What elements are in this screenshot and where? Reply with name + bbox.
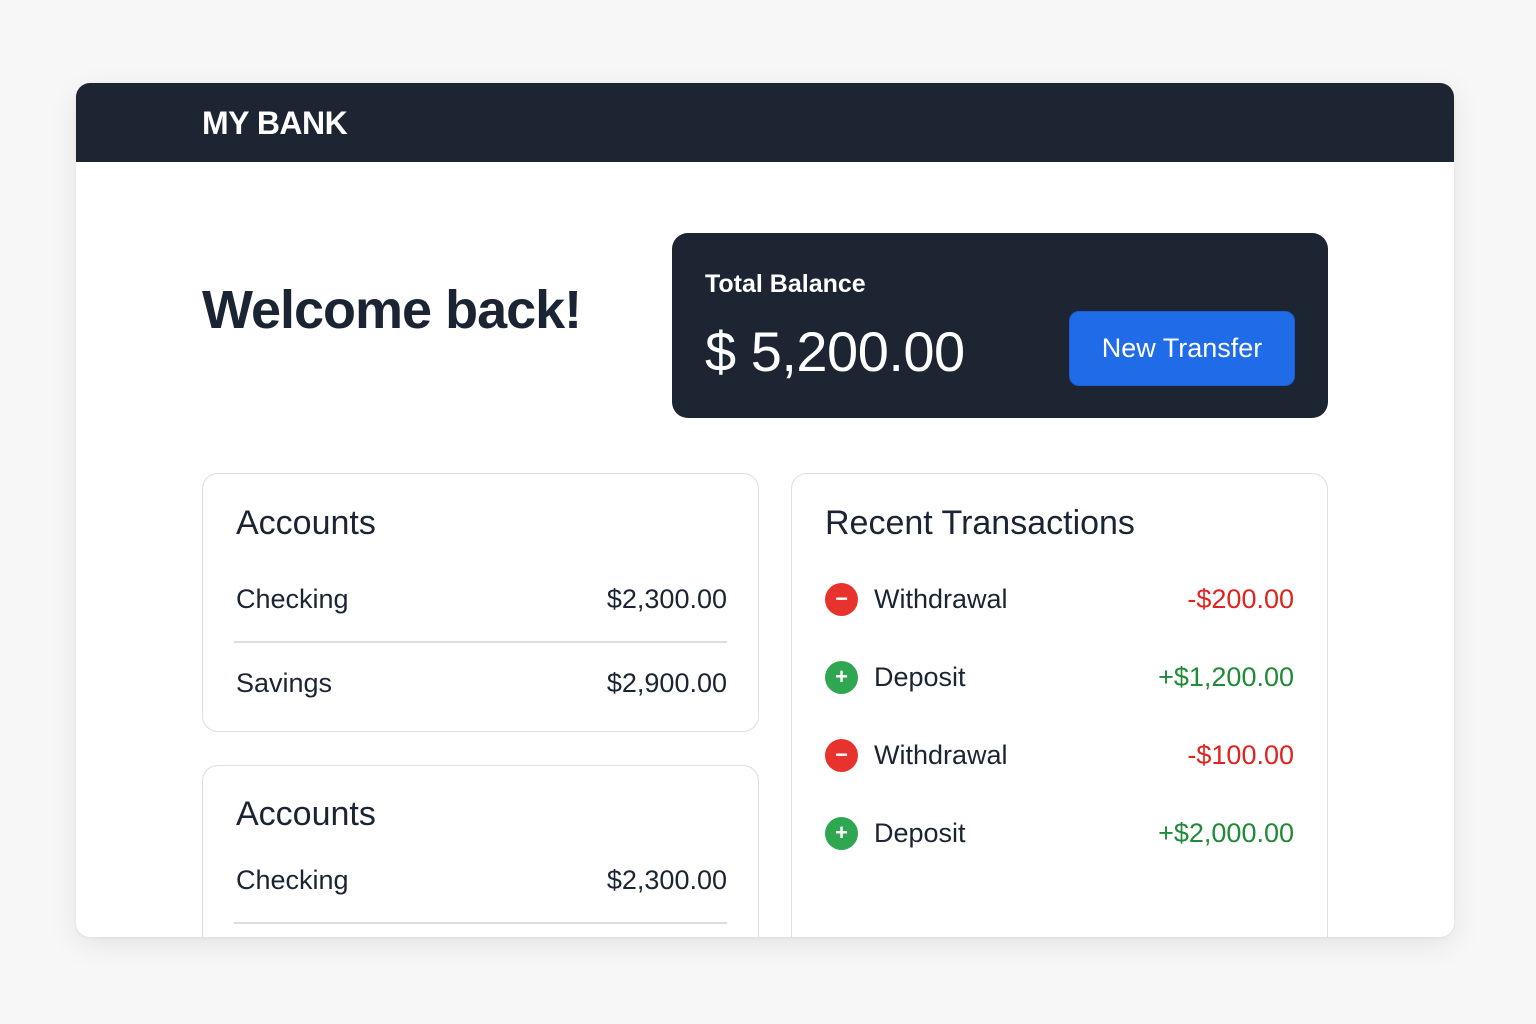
account-amount: $2,300.00 [606,865,727,895]
top-navbar: MY BANK [76,83,1454,162]
account-name: Checking [236,865,349,895]
new-transfer-button[interactable]: New Transfer [1069,311,1295,386]
total-balance-card: Total Balance $ 5,200.00 New Transfer [672,233,1328,418]
transaction-type: Withdrawal [874,584,1008,614]
account-row-checking[interactable]: Checking $2,300.00 [236,865,727,905]
transaction-row[interactable]: − Withdrawal -$100.00 [825,739,1294,779]
app-window: MY BANK Welcome back! Total Balance $ 5,… [76,83,1454,937]
recent-transactions-card: Recent Transactions − Withdrawal -$200.0… [791,473,1328,937]
minus-icon: − [825,583,858,616]
accounts-title: Accounts [236,795,376,833]
transaction-amount: -$100.00 [1187,740,1294,770]
transaction-type: Withdrawal [874,740,1008,770]
welcome-heading: Welcome back! [202,280,582,340]
plus-icon: + [825,817,858,850]
transaction-row[interactable]: + Deposit +$1,200.00 [825,661,1294,701]
transaction-type: Deposit [874,662,966,692]
transaction-amount: +$1,200.00 [1158,662,1294,692]
transaction-row[interactable]: − Withdrawal -$200.00 [825,583,1294,623]
account-row-checking[interactable]: Checking $2,300.00 [236,584,727,624]
brand-logo[interactable]: MY BANK [202,105,348,142]
accounts-title: Accounts [236,504,376,542]
transactions-title: Recent Transactions [825,504,1135,542]
account-name: Checking [236,584,349,614]
account-row-savings[interactable]: Savings $2,900.00 [236,668,727,708]
minus-icon: − [825,739,858,772]
row-divider [234,922,727,924]
transaction-row[interactable]: + Deposit +$2,000.00 [825,817,1294,857]
transaction-type: Deposit [874,818,966,848]
account-amount: $2,900.00 [606,668,727,698]
account-name: Savings [236,668,333,698]
plus-icon: + [825,661,858,694]
row-divider [234,641,727,643]
transaction-amount: -$200.00 [1187,584,1294,614]
account-amount: $2,300.00 [606,584,727,614]
total-balance-amount: $ 5,200.00 [705,320,965,383]
accounts-card: Accounts Checking $2,300.00 Savings $2,9… [202,473,759,732]
accounts-card-secondary: Accounts Checking $2,300.00 [202,765,759,937]
transaction-amount: +$2,000.00 [1158,818,1294,848]
total-balance-label: Total Balance [705,270,866,298]
